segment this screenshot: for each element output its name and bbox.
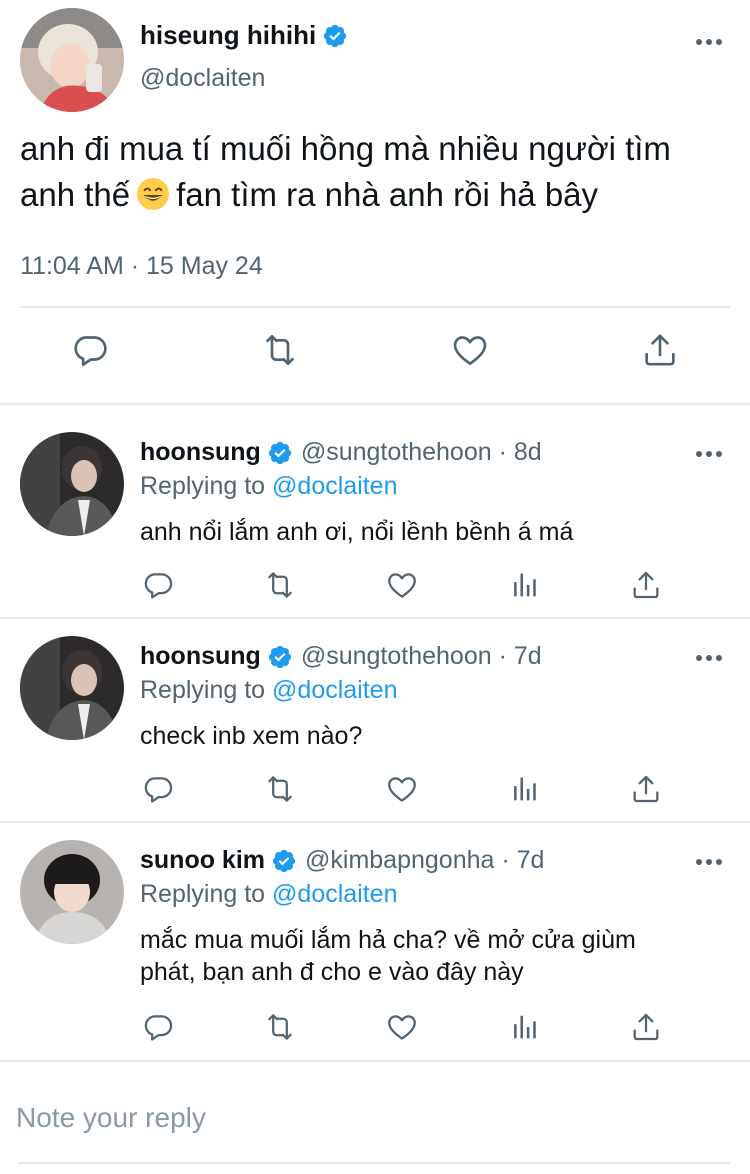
share-icon[interactable] <box>629 568 663 602</box>
verified-badge-icon <box>322 23 348 49</box>
retweet-icon[interactable] <box>263 568 297 602</box>
tweet-timestamp[interactable]: 11:04 AM · 15 May 24 <box>20 252 263 281</box>
replying-to: Replying to @doclaiten <box>140 880 397 909</box>
author-name-text: hiseung hihihi <box>140 20 317 50</box>
main-tweet: hiseung hihihi @doclaiten anh đi mua tí … <box>0 0 750 404</box>
like-icon[interactable] <box>385 772 419 806</box>
reply-handle-time[interactable]: @sungtothehoon · 8d <box>301 438 542 467</box>
analytics-icon[interactable] <box>507 1010 541 1044</box>
tweet-text: anh đi mua tí muối hồng mà nhiều người t… <box>20 126 730 218</box>
reply-actions <box>0 772 750 808</box>
avatar[interactable] <box>20 636 124 740</box>
replying-to: Replying to @doclaiten <box>140 472 397 501</box>
tweet-text-part-2: fan tìm ra nhà anh rồi hả bây <box>176 176 599 213</box>
reply-icon[interactable] <box>70 330 110 370</box>
reply-actions <box>0 1010 750 1046</box>
author-name[interactable]: hiseung hihihi <box>140 20 348 51</box>
more-options-icon[interactable] <box>694 856 724 868</box>
reply-text-line: phát, bạn anh đ cho e vào đây này <box>140 958 524 986</box>
reply-tweet[interactable]: hoonsung @sungtothehoon · 7d Replying to… <box>0 608 750 812</box>
divider <box>20 306 730 308</box>
reply-author-name[interactable]: sunoo kim <box>140 846 265 875</box>
reply-author-name[interactable]: hoonsung <box>140 438 261 467</box>
analytics-icon[interactable] <box>507 772 541 806</box>
divider <box>0 1060 750 1062</box>
share-icon[interactable] <box>629 1010 663 1044</box>
share-icon[interactable] <box>629 772 663 806</box>
reply-handle-time[interactable]: @kimbapngonha · 7d <box>305 846 544 875</box>
mention-link[interactable]: @doclaiten <box>272 472 397 500</box>
reply-composer <box>0 1070 750 1174</box>
more-options-icon[interactable] <box>694 448 724 460</box>
replying-to-label: Replying to <box>140 676 266 704</box>
reply-text: check inb xem nào? <box>140 722 363 750</box>
verified-badge-icon <box>267 644 293 670</box>
more-options-icon[interactable] <box>694 36 724 48</box>
reply-icon[interactable] <box>141 1010 175 1044</box>
replying-to-label: Replying to <box>140 880 266 908</box>
like-icon[interactable] <box>385 568 419 602</box>
reply-author-name[interactable]: hoonsung <box>140 642 261 671</box>
retweet-icon[interactable] <box>260 330 300 370</box>
divider <box>18 1162 730 1164</box>
avatar[interactable] <box>20 840 124 944</box>
reply-icon[interactable] <box>141 568 175 602</box>
verified-badge-icon <box>271 848 297 874</box>
reply-input[interactable] <box>16 1096 716 1140</box>
retweet-icon[interactable] <box>263 772 297 806</box>
reply-header: sunoo kim @kimbapngonha · 7d <box>140 846 544 875</box>
retweet-icon[interactable] <box>263 1010 297 1044</box>
like-icon[interactable] <box>385 1010 419 1044</box>
author-handle[interactable]: @doclaiten <box>140 64 265 93</box>
avatar[interactable] <box>20 432 124 536</box>
avatar[interactable] <box>20 8 124 112</box>
replying-to: Replying to @doclaiten <box>140 676 397 705</box>
mention-link[interactable]: @doclaiten <box>272 880 397 908</box>
reply-header: hoonsung @sungtothehoon · 7d <box>140 642 542 671</box>
verified-badge-icon <box>267 440 293 466</box>
mention-link[interactable]: @doclaiten <box>272 676 397 704</box>
replying-to-label: Replying to <box>140 472 266 500</box>
reply-text-line: mắc mua muối lắm hả cha? về mở cửa giùm <box>140 926 636 954</box>
grinning-face-emoji-icon <box>136 177 170 211</box>
like-icon[interactable] <box>450 330 490 370</box>
tweet-actions <box>0 330 750 380</box>
more-options-icon[interactable] <box>694 652 724 664</box>
reply-tweet[interactable]: sunoo kim @kimbapngonha · 7d Replying to… <box>0 812 750 1058</box>
analytics-icon[interactable] <box>507 568 541 602</box>
reply-actions <box>0 568 750 604</box>
share-icon[interactable] <box>640 330 680 370</box>
reply-text: anh nổi lắm anh ơi, nổi lềnh bềnh á má <box>140 518 574 546</box>
reply-text: mắc mua muối lắm hả cha? về mở cửa giùm … <box>140 924 700 988</box>
reply-handle-time[interactable]: @sungtothehoon · 7d <box>301 642 542 671</box>
reply-tweet[interactable]: hoonsung @sungtothehoon · 8d Replying to… <box>0 404 750 608</box>
reply-icon[interactable] <box>141 772 175 806</box>
reply-header: hoonsung @sungtothehoon · 8d <box>140 438 542 467</box>
